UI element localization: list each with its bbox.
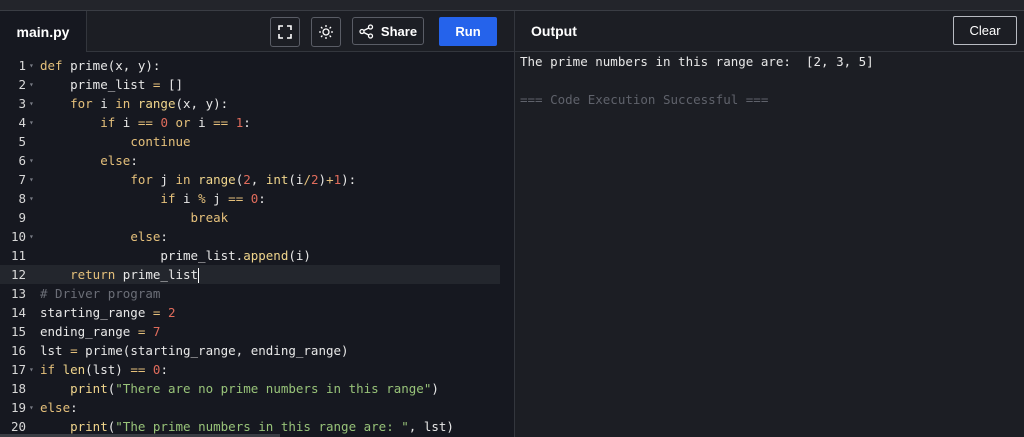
code-text: break <box>190 210 229 225</box>
line-number: 12 <box>10 267 26 282</box>
line-number: 15 <box>10 324 26 339</box>
code-text: def prime(x, y): <box>40 58 161 73</box>
output-title: Output <box>531 23 577 39</box>
code-line[interactable]: 8 ▾ if i % j == 0: <box>0 189 500 208</box>
code-text: else: <box>100 153 138 168</box>
code-line[interactable]: 5 continue <box>0 132 500 151</box>
code-text: continue <box>130 134 191 149</box>
code-text: prime_list = [] <box>40 77 183 92</box>
fullscreen-icon <box>278 25 292 39</box>
code-line[interactable]: 12 return prime_list <box>0 265 500 284</box>
line-number: 4 <box>18 115 26 130</box>
fold-arrow-icon[interactable]: ▾ <box>29 75 34 94</box>
code-line[interactable]: 1 ▾ def prime(x, y): <box>0 56 500 75</box>
fold-arrow-icon[interactable]: ▾ <box>29 151 34 170</box>
line-number: 9 <box>18 210 26 225</box>
fold-arrow-icon[interactable]: ▾ <box>29 56 34 75</box>
line-number: 2 <box>18 77 26 92</box>
code-text: # Driver program <box>40 286 161 301</box>
output-status: === Code Execution Successful === <box>520 92 769 107</box>
code-text: for i in range(x, y): <box>70 96 229 111</box>
theme-toggle-button[interactable] <box>311 17 341 47</box>
file-tab-main-py[interactable]: main.py <box>0 11 87 52</box>
line-number: 13 <box>10 286 26 301</box>
code-text: for j in range(2, int(i/2)+1): <box>130 172 357 187</box>
code-text: if i % j == 0: <box>160 191 266 206</box>
toolbar: main.py Share Run Output Clear <box>0 11 1024 52</box>
fold-arrow-icon[interactable]: ▾ <box>29 227 34 246</box>
top-frame-bar <box>0 0 1024 11</box>
code-line[interactable]: 6 ▾ else: <box>0 151 500 170</box>
line-number: 1 <box>18 58 26 73</box>
line-number: 5 <box>18 134 26 149</box>
share-label: Share <box>380 23 418 39</box>
clear-button[interactable]: Clear <box>953 16 1017 45</box>
code-text: starting_range = 2 <box>40 305 176 320</box>
fold-arrow-icon[interactable]: ▾ <box>29 94 34 113</box>
code-line[interactable]: 3 ▾ for i in range(x, y): <box>0 94 500 113</box>
line-number: 11 <box>10 248 26 263</box>
line-number: 14 <box>10 305 26 320</box>
code-line[interactable]: 2 ▾ prime_list = [] <box>0 75 500 94</box>
code-line[interactable]: 14 starting_range = 2 <box>0 303 500 322</box>
code-line[interactable]: 19 ▾ else: <box>0 398 500 417</box>
code-line[interactable]: 10 ▾ else: <box>0 227 500 246</box>
code-text: if len(lst) == 0: <box>40 362 168 377</box>
code-line[interactable]: 16 lst = prime(starting_range, ending_ran… <box>0 341 500 360</box>
text-cursor <box>198 268 200 283</box>
fold-arrow-icon[interactable]: ▾ <box>29 113 34 132</box>
fullscreen-button[interactable] <box>270 17 300 47</box>
fold-arrow-icon[interactable]: ▾ <box>29 189 34 208</box>
theme-sun-icon <box>319 25 333 39</box>
line-number: 17 <box>10 362 26 377</box>
code-text: lst = prime(starting_range, ending_range… <box>40 343 349 358</box>
fold-arrow-icon[interactable]: ▾ <box>29 398 34 417</box>
code-text: ending_range = 7 <box>40 324 161 339</box>
code-editor[interactable]: 1 ▾ def prime(x, y): 2 ▾ prime_list = [] 3 ▾ f… <box>0 52 514 437</box>
code-text: else: <box>130 229 168 244</box>
line-number: 3 <box>18 96 26 111</box>
run-button[interactable]: Run <box>439 17 497 46</box>
code-line[interactable]: 15 ending_range = 7 <box>0 322 500 341</box>
line-number: 8 <box>18 191 26 206</box>
code-line[interactable]: 13 # Driver program <box>0 284 500 303</box>
code-line[interactable]: 17 ▾ if len(lst) == 0: <box>0 360 500 379</box>
pane-divider[interactable] <box>514 11 515 437</box>
line-number: 16 <box>10 343 26 358</box>
share-icon <box>359 23 374 39</box>
code-text: if i == 0 or i == 1: <box>100 115 251 130</box>
code-line[interactable]: 18 print("There are no prime numbers in … <box>0 379 500 398</box>
code-text: else: <box>40 400 78 415</box>
code-text: return prime_list <box>70 267 200 283</box>
line-number: 6 <box>18 153 26 168</box>
code-line[interactable]: 7 ▾ for j in range(2, int(i/2)+1): <box>0 170 500 189</box>
code-line[interactable]: 9 break <box>0 208 500 227</box>
code-line[interactable]: 11 prime_list.append(i) <box>0 246 500 265</box>
line-number: 19 <box>10 400 26 415</box>
code-text: prime_list.append(i) <box>40 248 311 263</box>
line-number: 7 <box>18 172 26 187</box>
code-text: print("There are no prime numbers in thi… <box>70 381 439 396</box>
fold-arrow-icon[interactable]: ▾ <box>29 360 34 379</box>
code-line[interactable]: 4 ▾ if i == 0 or i == 1: <box>0 113 500 132</box>
line-number: 18 <box>10 381 26 396</box>
line-number: 10 <box>10 229 26 244</box>
fold-arrow-icon[interactable]: ▾ <box>29 170 34 189</box>
share-button[interactable]: Share <box>352 17 424 45</box>
output-result: The prime numbers in this range are: [2,… <box>520 54 874 69</box>
